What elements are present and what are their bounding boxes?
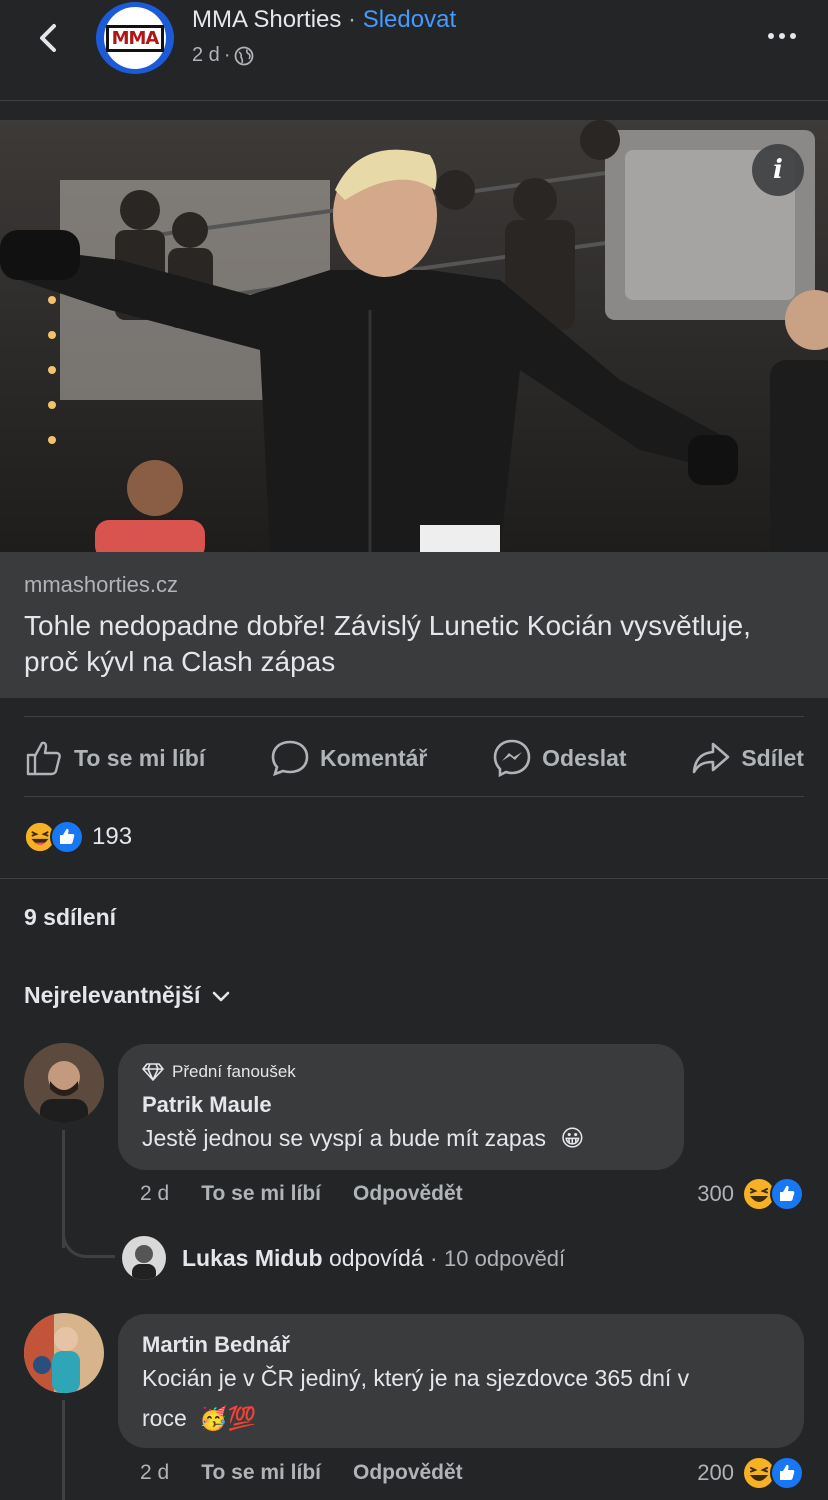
commenter-avatar[interactable] <box>24 1043 104 1123</box>
photo-scene <box>0 120 828 552</box>
like-reaction-icon <box>770 1177 804 1211</box>
comment-label: Komentář <box>320 744 428 771</box>
reply-avatar-photo <box>122 1236 166 1280</box>
follow-button[interactable]: Sledovat <box>363 6 456 33</box>
comment-reaction-count: 200 <box>697 1460 734 1485</box>
post-actions-bar: To se mi líbí Komentář Odeslat Sdílet <box>24 726 804 790</box>
stats-divider <box>0 878 828 879</box>
post-header-title: MMA Shorties · Sledovat <box>192 6 456 34</box>
top-fan-badge: Přední fanoušek <box>142 1062 296 1082</box>
reply-separator: · <box>423 1244 445 1271</box>
comment-button[interactable]: Komentář <box>270 738 427 778</box>
comment-reaction-count: 300 <box>697 1181 734 1206</box>
comment-like-button[interactable]: To se mi líbí <box>201 1461 321 1485</box>
reply-preview[interactable]: Lukas Midub odpovídá · 10 odpovědí <box>122 1236 565 1280</box>
comment-text-line1: Kocián je v ČR jediný, který je na sjezd… <box>142 1365 690 1391</box>
share-button[interactable]: Sdílet <box>691 738 804 778</box>
reply-count: 10 odpovědí <box>444 1245 566 1271</box>
comment-time[interactable]: 2 d <box>140 1182 169 1206</box>
commenter-name[interactable]: Martin Bednář <box>142 1332 290 1358</box>
thread-line-curve <box>62 1215 115 1258</box>
badge-label: Přední fanoušek <box>172 1062 296 1081</box>
reply-author: Lukas Midub <box>182 1244 323 1271</box>
comment-bubble[interactable]: Martin Bednář Kocián je v ČR jediný, kte… <box>118 1314 804 1448</box>
commenter-avatar[interactable] <box>24 1313 104 1393</box>
more-horizontal-icon <box>768 33 774 39</box>
comment-bubble-icon <box>271 740 309 777</box>
grinning-emoji: 😀 <box>560 1126 585 1152</box>
avatar-photo <box>24 1043 104 1123</box>
header-divider <box>0 100 828 101</box>
link-preview[interactable]: mmashorties.cz Tohle nedopadne dobře! Zá… <box>0 552 828 698</box>
post-time[interactable]: 2 d <box>192 44 220 67</box>
globe-icon <box>235 46 254 65</box>
thread-line <box>62 1400 65 1500</box>
comment-sort-dropdown[interactable]: Nejrelevantnější <box>24 982 232 1009</box>
messenger-icon <box>493 739 531 778</box>
reaction-count: 193 <box>92 823 133 850</box>
comment-text-body: Jestě jednou se vyspí a bude mít zapas <box>142 1125 547 1151</box>
comment-text: Jestě jednou se vyspí a bude mít zapas 😀 <box>142 1118 584 1159</box>
reaction-summary[interactable]: 193 <box>24 820 132 854</box>
thumbs-up-icon <box>26 741 61 776</box>
like-button[interactable]: To se mi líbí <box>24 738 205 778</box>
share-label: Sdílet <box>741 744 804 771</box>
comment-reply-button[interactable]: Odpovědět <box>353 1461 463 1485</box>
post-meta: 2 d · <box>192 44 254 67</box>
like-reaction-icon <box>770 1456 804 1490</box>
page-name[interactable]: MMA Shorties <box>192 6 341 33</box>
comment-text-line2: roce 🥳💯 <box>142 1398 256 1439</box>
send-button[interactable]: Odeslat <box>492 738 627 778</box>
comment-footer: 2 d To se mi líbí Odpovědět <box>140 1182 463 1206</box>
comment-bubble[interactable]: Přední fanoušek Patrik Maule Jestě jedno… <box>118 1044 684 1170</box>
meta-separator: · <box>223 44 231 66</box>
page-logo: MMA <box>105 24 165 52</box>
comment-reply-button[interactable]: Odpovědět <box>353 1182 463 1206</box>
more-options-button[interactable] <box>762 24 802 48</box>
link-title: Tohle nedopadne dobře! Závislý Lunetic K… <box>24 610 751 677</box>
chevron-left-icon <box>40 24 56 52</box>
comment-like-button[interactable]: To se mi líbí <box>201 1182 321 1206</box>
sort-label: Nejrelevantnější <box>24 982 201 1008</box>
actions-divider-top <box>24 716 804 717</box>
info-button[interactable]: i <box>752 144 804 196</box>
share-arrow-icon <box>693 742 730 774</box>
reply-avatar <box>122 1236 166 1280</box>
comment-reactions[interactable]: 200 <box>697 1456 804 1490</box>
link-domain: mmashorties.cz <box>24 572 179 597</box>
title-separator: · <box>341 6 363 33</box>
page-avatar[interactable]: MMA <box>96 2 174 74</box>
reply-summary: Lukas Midub odpovídá · 10 odpovědí <box>182 1245 565 1272</box>
like-reaction-icon <box>50 820 84 854</box>
like-label: To se mi líbí <box>74 744 206 771</box>
send-label: Odeslat <box>542 744 627 771</box>
actions-divider-bottom <box>24 796 804 797</box>
comment-text-body: roce <box>142 1405 187 1431</box>
post-photo[interactable]: i <box>0 120 828 552</box>
comment-footer: 2 d To se mi líbí Odpovědět <box>140 1461 463 1485</box>
back-button[interactable] <box>30 18 66 58</box>
chevron-down-icon <box>213 991 230 1001</box>
commenter-name[interactable]: Patrik Maule <box>142 1092 272 1118</box>
reply-action: odpovídá <box>322 1244 424 1271</box>
party-and-hundred-emoji: 🥳💯 <box>199 1406 257 1432</box>
diamond-icon <box>142 1063 164 1081</box>
comment-reactions[interactable]: 300 <box>697 1177 804 1211</box>
share-count[interactable]: 9 sdílení <box>24 904 116 931</box>
comment-time[interactable]: 2 d <box>140 1461 169 1485</box>
avatar-photo <box>24 1313 104 1393</box>
